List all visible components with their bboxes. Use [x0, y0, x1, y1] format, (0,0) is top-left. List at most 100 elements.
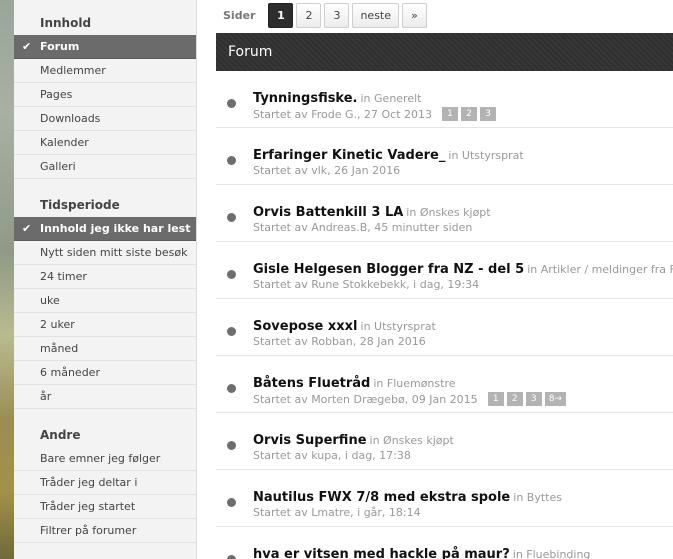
- topic-title-link[interactable]: Orvis Superfine: [253, 433, 367, 448]
- next-page-button[interactable]: neste: [352, 3, 400, 28]
- page-button[interactable]: 3: [324, 3, 350, 28]
- topic-heading: Båtens Fluetråd in Fluemønstre: [253, 372, 456, 391]
- topic-row[interactable]: Nautilus FWX 7/8 med ekstra spole in Bytt…: [216, 470, 673, 527]
- topic-status-icon: [227, 327, 236, 336]
- topic-started-by: Startet av Morten Drægebø, 09 Jan 2015: [253, 392, 478, 406]
- sidebar-item-label: Medlemmer: [40, 64, 106, 77]
- topic-meta: Startet av Morten Drægebø, 09 Jan 2015 1 2…: [253, 392, 566, 406]
- topic-forum-link[interactable]: in Ønskes kjøpt: [406, 206, 490, 219]
- topic-page-button[interactable]: 1: [487, 392, 504, 406]
- topic-row[interactable]: Orvis Superfine in Ønskes kjøpt Startet av…: [216, 413, 673, 470]
- sidebar-item[interactable]: Nytt siden mitt siste besøk: [14, 241, 196, 265]
- topic-forum-link[interactable]: in Fluemønstre: [373, 377, 455, 390]
- topic-pagination: 123: [442, 107, 496, 121]
- sidebar-item[interactable]: uke: [14, 289, 196, 313]
- pagination: Sider 123 neste »: [215, 3, 428, 28]
- sidebar-item[interactable]: 2 uker: [14, 313, 196, 337]
- topic-title-link[interactable]: Gisle Helgesen Blogger fra NZ - del 5: [253, 262, 524, 277]
- sidebar-item[interactable]: Kalender: [14, 131, 196, 155]
- sidebar-item[interactable]: Medlemmer: [14, 59, 196, 83]
- topic-started-by: Startet av Andreas.B, 45 minutter siden: [253, 221, 473, 234]
- topic-heading: Tynningsfiske. in Generelt: [253, 87, 421, 106]
- topic-forum-link[interactable]: in Utstyrsprat: [361, 320, 436, 333]
- topic-title-link[interactable]: Tynningsfiske.: [253, 91, 358, 106]
- sidebar-item[interactable]: Downloads: [14, 107, 196, 131]
- sidebar-item[interactable]: Tråder jeg deltar i: [14, 471, 196, 495]
- topic-forum-link[interactable]: in Byttes: [513, 491, 562, 504]
- topic-started-by: Startet av Frode G., 27 Oct 2013: [253, 107, 432, 121]
- topic-heading: Gisle Helgesen Blogger fra NZ - del 5 in …: [253, 258, 673, 277]
- topic-title-link[interactable]: Erfaringer Kinetic Vadere_: [253, 148, 445, 163]
- topic-row[interactable]: hva er vitsen med hackle på maur? in Flue…: [216, 527, 673, 559]
- topic-page-button[interactable]: 3: [525, 392, 542, 406]
- check-icon: ✔: [22, 222, 32, 235]
- topic-row[interactable]: Båtens Fluetråd in Fluemønstre Startet av …: [216, 356, 673, 413]
- sidebar-item[interactable]: 6 måneder: [14, 361, 196, 385]
- topic-title-link[interactable]: Nautilus FWX 7/8 med ekstra spole: [253, 490, 510, 505]
- topic-meta: Startet av Robban, 28 Jan 2016: [253, 335, 426, 348]
- topic-meta: Startet av vlk, 26 Jan 2016: [253, 164, 400, 177]
- last-page-button[interactable]: »: [402, 3, 428, 28]
- sidebar-item[interactable]: ✔ Innhold jeg ikke har lest: [14, 217, 196, 241]
- sidebar-item-label: Kalender: [40, 136, 89, 149]
- topic-title-link[interactable]: Båtens Fluetråd: [253, 376, 370, 391]
- topic-heading: Sovepose xxxl in Utstyrsprat: [253, 315, 436, 334]
- sidebar-item-label: Nytt siden mitt siste besøk: [40, 246, 188, 259]
- sidebar-item[interactable]: år: [14, 385, 196, 409]
- topic-title-link[interactable]: hva er vitsen med hackle på maur?: [253, 547, 510, 559]
- topic-status-icon: [227, 441, 236, 450]
- topic-heading: Nautilus FWX 7/8 med ekstra spole in Bytt…: [253, 486, 562, 505]
- topic-heading: Erfaringer Kinetic Vadere_ in Utstyrsprat: [253, 144, 524, 163]
- topic-forum-link[interactable]: in Artikler / meldinger fra Fluefiske: [527, 263, 673, 276]
- topic-page-button[interactable]: 8→: [544, 392, 566, 406]
- pagination-label: Sider: [223, 9, 256, 22]
- sidebar-item[interactable]: 24 timer: [14, 265, 196, 289]
- sidebar-item[interactable]: Galleri: [14, 155, 196, 179]
- sidebar-item[interactable]: Pages: [14, 83, 196, 107]
- topic-title-link[interactable]: Sovepose xxxl: [253, 319, 358, 334]
- sidebar-item[interactable]: måned: [14, 337, 196, 361]
- sidebar-item[interactable]: Bare emner jeg følger: [14, 447, 196, 471]
- topic-page-button[interactable]: 1: [442, 107, 458, 121]
- topic-status-icon: [227, 384, 236, 393]
- page-button[interactable]: 2: [296, 3, 322, 28]
- topic-row[interactable]: Erfaringer Kinetic Vadere_ in Utstyrsprat…: [216, 128, 673, 185]
- topic-heading: Orvis Battenkill 3 LA in Ønskes kjøpt: [253, 201, 491, 220]
- sidebar-item[interactable]: ✔ Forum: [14, 35, 196, 59]
- page-button[interactable]: 1: [268, 3, 294, 28]
- topic-meta: Startet av Lmatre, i går, 18:14: [253, 506, 421, 519]
- check-icon: ✔: [22, 40, 32, 53]
- topic-status-icon: [227, 498, 236, 507]
- topic-meta: Startet av kupa, i dag, 17:38: [253, 449, 411, 462]
- topic-list: Tynningsfiske. in Generelt Startet av Frod…: [216, 71, 673, 559]
- sidebar-item-label: 24 timer: [40, 270, 87, 283]
- topic-page-button[interactable]: 3: [480, 107, 496, 121]
- topic-forum-link[interactable]: in Generelt: [361, 92, 422, 105]
- sidebar-item[interactable]: Tråder jeg startet: [14, 495, 196, 519]
- topic-row[interactable]: Gisle Helgesen Blogger fra NZ - del 5 in …: [216, 242, 673, 299]
- topic-forum-link[interactable]: in Fluebinding: [513, 548, 591, 559]
- topic-page-button[interactable]: 2: [461, 107, 477, 121]
- topic-page-button[interactable]: 2: [506, 392, 523, 406]
- sidebar-item-label: Tråder jeg startet: [40, 500, 136, 513]
- topic-row[interactable]: Sovepose xxxl in Utstyrsprat Startet av Ro…: [216, 299, 673, 356]
- topic-pagination: 1 2 3 8→: [487, 392, 566, 406]
- sidebar-item[interactable]: Filtrer på forumer: [14, 519, 196, 543]
- sidebar-item-label: Tråder jeg deltar i: [40, 476, 138, 489]
- topic-status-icon: [227, 99, 236, 108]
- forum-header: Forum: [216, 33, 673, 71]
- topic-row[interactable]: Orvis Battenkill 3 LA in Ønskes kjøpt Star…: [216, 185, 673, 242]
- sidebar-item-label: Galleri: [40, 160, 76, 173]
- topic-forum-link[interactable]: in Utstyrsprat: [448, 149, 523, 162]
- background-image-strip: [0, 0, 14, 559]
- topic-row[interactable]: Tynningsfiske. in Generelt Startet av Frod…: [216, 71, 673, 128]
- sidebar-item-label: måned: [40, 342, 79, 355]
- sidebar-item-label: 2 uker: [40, 318, 75, 331]
- topic-started-by: Startet av vlk, 26 Jan 2016: [253, 164, 401, 177]
- sidebar-item-label: Bare emner jeg følger: [40, 452, 161, 465]
- topic-meta: Startet av Andreas.B, 45 minutter siden: [253, 221, 472, 234]
- topic-title-link[interactable]: Orvis Battenkill 3 LA: [253, 205, 403, 220]
- sidebar-item-label: 6 måneder: [40, 366, 100, 379]
- topic-started-by: Startet av Robban, 28 Jan 2016: [253, 335, 426, 348]
- topic-forum-link[interactable]: in Ønskes kjøpt: [370, 434, 454, 447]
